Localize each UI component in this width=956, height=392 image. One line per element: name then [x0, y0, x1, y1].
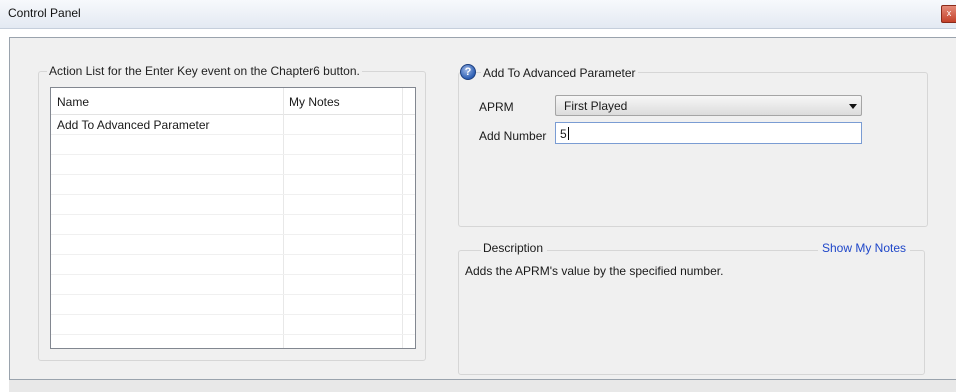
- aprm-label: APRM: [479, 100, 514, 114]
- parameter-group-caption: Add To Advanced Parameter: [481, 66, 638, 80]
- aprm-dropdown[interactable]: First Played: [555, 95, 862, 116]
- column-header-my-notes[interactable]: My Notes: [289, 95, 340, 109]
- empty-row: [51, 275, 415, 295]
- empty-row: [51, 155, 415, 175]
- empty-row: [51, 255, 415, 275]
- action-list[interactable]: Name My Notes Add To Advanced Parameter: [50, 87, 416, 349]
- window-title: Control Panel: [8, 6, 81, 20]
- empty-row: [51, 195, 415, 215]
- aprm-selected-value: First Played: [564, 99, 628, 113]
- control-panel-window: Control Panel x Action List for the Ente…: [0, 0, 956, 392]
- chevron-down-icon: [849, 104, 857, 109]
- close-button[interactable]: x: [941, 5, 956, 23]
- column-header-name[interactable]: Name: [57, 95, 89, 109]
- empty-row: [51, 315, 415, 335]
- show-my-notes-link[interactable]: Show My Notes: [818, 241, 911, 255]
- empty-row: [51, 295, 415, 315]
- list-item-name: Add To Advanced Parameter: [57, 118, 210, 132]
- title-bar: Control Panel x: [0, 0, 956, 29]
- add-number-value: 5: [560, 127, 569, 141]
- description-text: Adds the APRM's value by the specified n…: [465, 264, 724, 278]
- empty-row: [51, 235, 415, 255]
- list-item[interactable]: Add To Advanced Parameter: [51, 115, 415, 135]
- question-mark-icon[interactable]: ?: [460, 64, 476, 80]
- empty-row: [51, 135, 415, 155]
- add-number-label: Add Number: [479, 129, 547, 143]
- description-caption: Description: [481, 241, 548, 255]
- add-number-field[interactable]: 5: [555, 122, 862, 144]
- bottom-strip: [9, 379, 956, 392]
- text-caret: [567, 127, 569, 140]
- list-header: Name My Notes: [51, 88, 415, 115]
- empty-row: [51, 175, 415, 195]
- action-list-caption: Action List for the Enter Key event on t…: [47, 64, 362, 78]
- empty-row: [51, 215, 415, 235]
